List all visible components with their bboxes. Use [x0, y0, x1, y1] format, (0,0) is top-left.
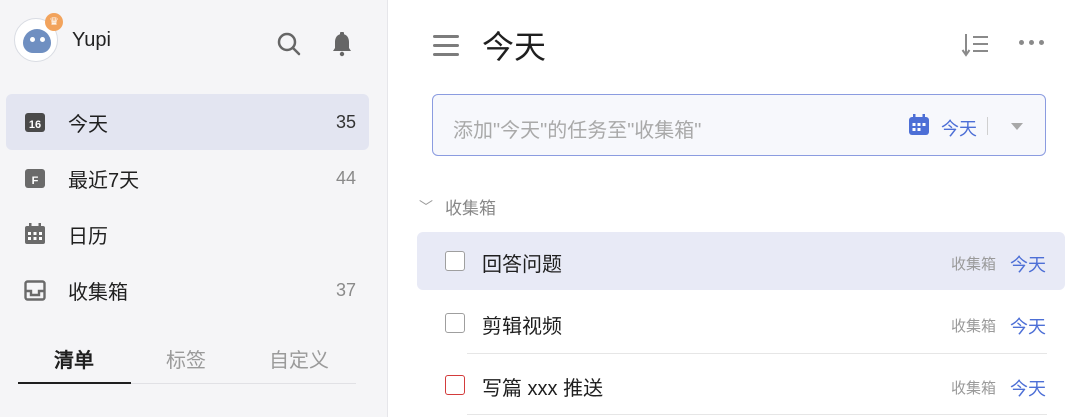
sidebar: ♛ Yupi 16 今天 35 F 最近7天 44 日历 收集箱 37 清单 标…	[0, 0, 388, 417]
task-list-name: 收集箱	[951, 318, 997, 335]
add-task-placeholder: 添加"今天"的任务至"收集箱"	[453, 120, 702, 142]
task-due-date[interactable]: 今天	[1010, 375, 1046, 401]
sort-icon[interactable]	[961, 30, 991, 60]
svg-text:16: 16	[29, 119, 41, 131]
sidebar-tabs: 清单 标签 自定义	[18, 336, 356, 384]
task-row[interactable]: 写篇 xxx 推送 收集箱 今天	[417, 356, 1065, 414]
sidebar-item-count: 35	[335, 111, 356, 132]
tab-lists[interactable]: 清单	[54, 344, 94, 373]
sidebar-item-label: 最近7天	[68, 169, 140, 192]
tab-tags[interactable]: 标签	[166, 344, 206, 373]
task-title[interactable]: 写篇 xxx 推送	[482, 372, 603, 401]
tab-custom[interactable]: 自定义	[269, 344, 329, 373]
sidebar-item-calendar[interactable]: 日历	[6, 206, 369, 262]
divider	[987, 117, 988, 135]
task-row[interactable]: 回答问题 收集箱 今天	[417, 232, 1065, 290]
chevron-down-icon[interactable]	[1011, 123, 1023, 130]
page-title: 今天	[482, 29, 547, 65]
crown-icon: ♛	[45, 13, 63, 31]
sidebar-item-label: 日历	[68, 225, 108, 248]
task-title[interactable]: 剪辑视频	[482, 310, 562, 339]
section-header[interactable]: ﹀ 收集箱	[419, 194, 496, 219]
calendar-today-icon: 16	[24, 111, 46, 133]
next-7-days-icon: F	[24, 167, 46, 189]
sidebar-item-count: 44	[335, 167, 356, 188]
task-checkbox[interactable]	[445, 251, 465, 271]
sidebar-item-today[interactable]: 16 今天 35	[6, 94, 369, 150]
task-title[interactable]: 回答问题	[482, 248, 562, 277]
svg-text:F: F	[32, 175, 39, 187]
calendar-icon	[24, 223, 46, 245]
menu-icon[interactable]	[433, 35, 459, 57]
profile[interactable]: ♛ Yupi	[14, 13, 111, 62]
main-panel: 今天 添加"今天"的任务至"收集箱" 今天 ﹀ 收集箱 回答问题 收集箱 今天	[389, 0, 1080, 417]
task-due-date[interactable]: 今天	[1010, 313, 1046, 339]
more-options-icon[interactable]	[1019, 40, 1044, 45]
divider	[467, 353, 1047, 354]
sidebar-item-label: 收集箱	[68, 281, 128, 304]
sidebar-item-inbox[interactable]: 收集箱 37	[6, 262, 369, 318]
sidebar-item-next-7-days[interactable]: F 最近7天 44	[6, 150, 369, 206]
section-label: 收集箱	[445, 199, 496, 218]
collapse-chevron-icon[interactable]: ﹀	[419, 197, 439, 217]
active-tab-indicator	[18, 382, 131, 384]
task-checkbox[interactable]	[445, 313, 465, 333]
task-row[interactable]: 剪辑视频 收集箱 今天	[417, 294, 1065, 352]
divider	[467, 414, 1047, 415]
add-task-input[interactable]: 添加"今天"的任务至"收集箱" 今天	[432, 94, 1046, 156]
task-list-name: 收集箱	[951, 256, 997, 273]
calendar-date-icon[interactable]	[908, 114, 930, 136]
username: Yupi	[72, 28, 111, 51]
bell-icon[interactable]	[328, 30, 356, 58]
search-icon[interactable]	[275, 30, 303, 58]
task-checkbox-high-priority[interactable]	[445, 375, 465, 395]
sidebar-item-label: 今天	[68, 113, 108, 136]
task-due-date[interactable]: 今天	[1010, 251, 1046, 277]
inbox-icon	[24, 279, 46, 301]
sidebar-item-count: 37	[335, 279, 356, 300]
add-task-date-label[interactable]: 今天	[941, 115, 977, 141]
avatar[interactable]: ♛	[14, 13, 63, 62]
task-list-name: 收集箱	[951, 380, 997, 397]
